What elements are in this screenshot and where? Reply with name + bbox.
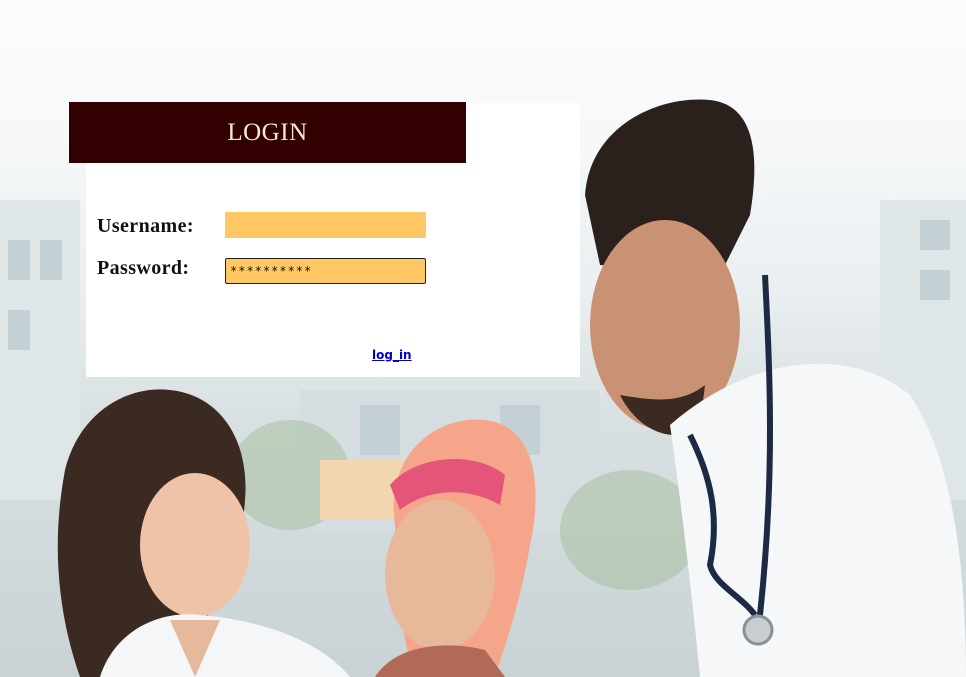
nurse-figure (57, 389, 350, 677)
login-header: LOGIN (69, 102, 466, 163)
patient-figure (375, 419, 536, 677)
log-in-link[interactable]: log_in (372, 348, 412, 362)
username-label: Username: (97, 215, 194, 237)
password-label: Password: (97, 257, 190, 279)
username-field[interactable] (225, 212, 426, 238)
password-field[interactable] (225, 258, 426, 284)
login-page: LOGIN Username: Password: log_in (0, 0, 966, 677)
doctor-figure (585, 99, 966, 677)
login-title: LOGIN (227, 118, 308, 146)
